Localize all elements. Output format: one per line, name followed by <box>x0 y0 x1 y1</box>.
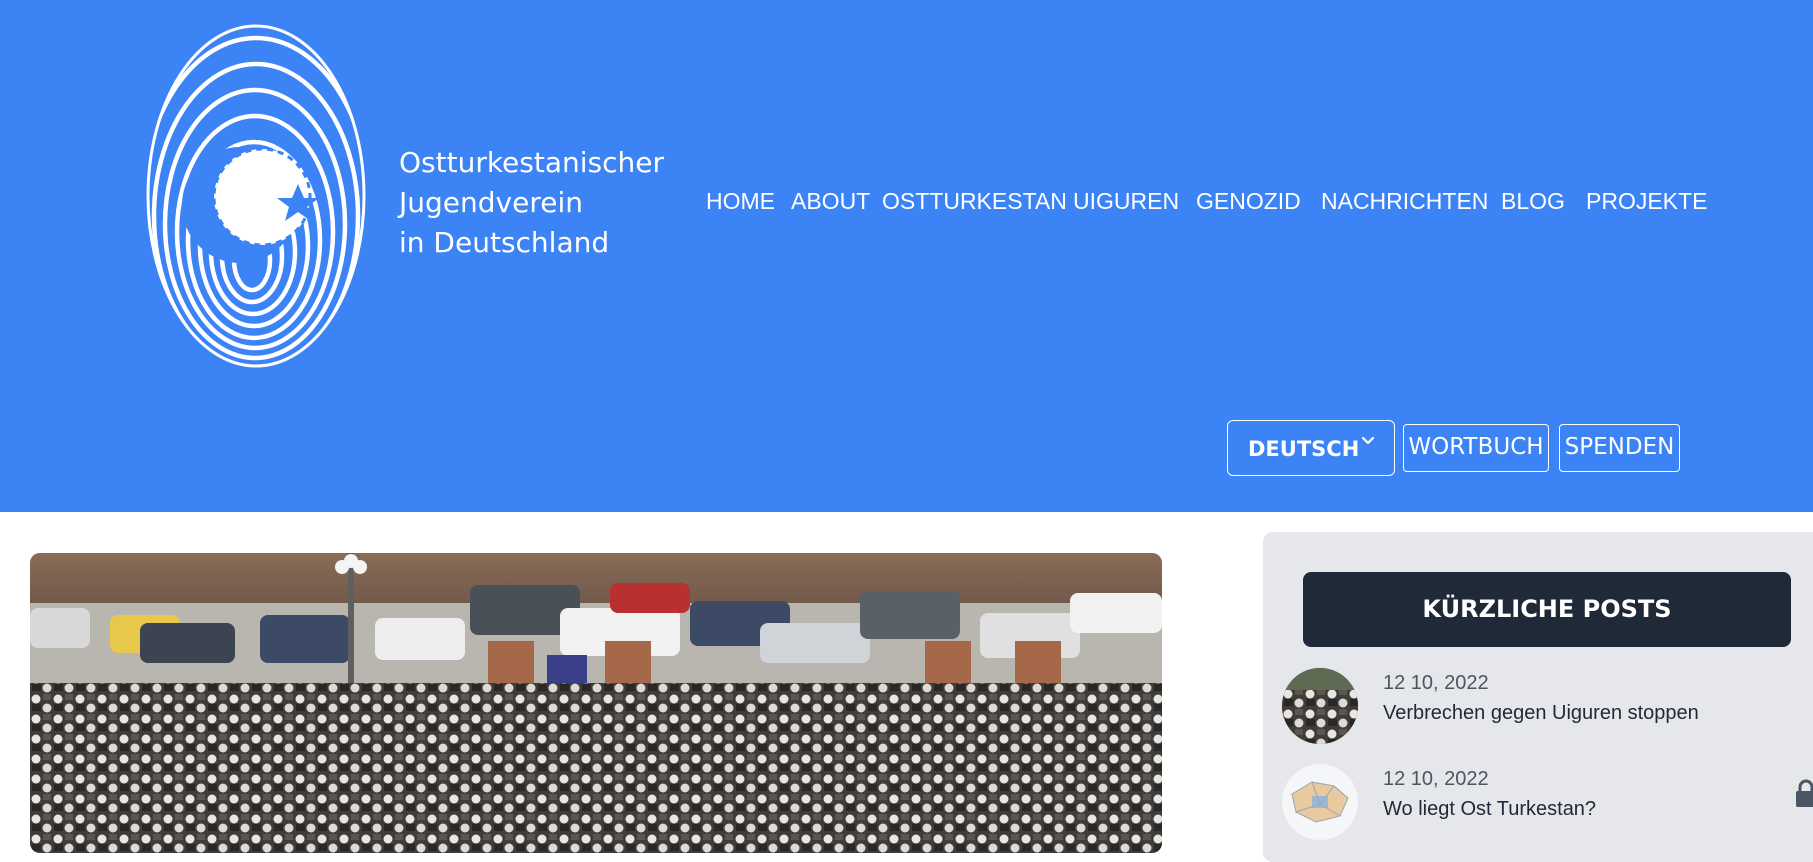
hero-crowd-image[interactable] <box>30 553 1162 853</box>
post-title[interactable]: Wo liegt Ost Turkestan? <box>1383 798 1596 821</box>
chevron-down-icon <box>1361 436 1375 445</box>
post-date: 12 10, 2022 <box>1383 768 1489 790</box>
map-thumbnail <box>1282 764 1358 840</box>
language-select[interactable]: DEUTSCH <box>1227 420 1395 476</box>
brand-line-2: Jugendverein <box>399 186 583 219</box>
nav-item-uiguren[interactable]: UIGUREN <box>1073 186 1179 216</box>
post-title[interactable]: Verbrechen gegen Uiguren stoppen <box>1383 702 1699 725</box>
nav-item-genozid[interactable]: GENOZID <box>1196 186 1301 216</box>
language-label: DEUTSCH <box>1248 437 1360 461</box>
nav-item-projekte[interactable]: PROJEKTE <box>1586 186 1707 216</box>
fingerprint-logo-icon[interactable] <box>140 20 380 370</box>
crowd-thumbnail <box>1282 668 1358 744</box>
nav-item-nachrichten[interactable]: NACHRICHTEN <box>1321 186 1488 216</box>
recent-post-item[interactable]: 12 10, 2022 Verbrechen gegen Uiguren sto… <box>1282 668 1802 748</box>
post-date: 12 10, 2022 <box>1383 672 1489 694</box>
lock-icon[interactable] <box>1795 778 1813 808</box>
site-header: Ostturkestanischer Jugendverein in Deuts… <box>0 0 1813 512</box>
nav-item-home[interactable]: HOME <box>706 186 775 216</box>
recent-post-item[interactable]: 12 10, 2022 Wo liegt Ost Turkestan? <box>1282 764 1802 844</box>
donate-button[interactable]: SPENDEN <box>1559 424 1680 472</box>
brand-line-1: Ostturkestanischer <box>399 146 665 179</box>
nav-item-about[interactable]: ABOUT <box>791 186 870 216</box>
recent-posts-sidebar: KÜRZLICHE POSTS 12 10, 2022 Verbrechen g… <box>1263 532 1813 862</box>
recent-posts-title: KÜRZLICHE POSTS <box>1303 572 1791 647</box>
brand-line-3: in Deutschland <box>399 226 610 259</box>
crowd-photo <box>30 553 1162 853</box>
nav-item-ostturkestan[interactable]: OSTTURKESTAN <box>882 186 1067 216</box>
nav-item-blog[interactable]: BLOG <box>1501 186 1565 216</box>
dictionary-button[interactable]: WORTBUCH <box>1403 424 1549 472</box>
brand-name[interactable]: Ostturkestanischer Jugendverein in Deuts… <box>399 143 664 263</box>
